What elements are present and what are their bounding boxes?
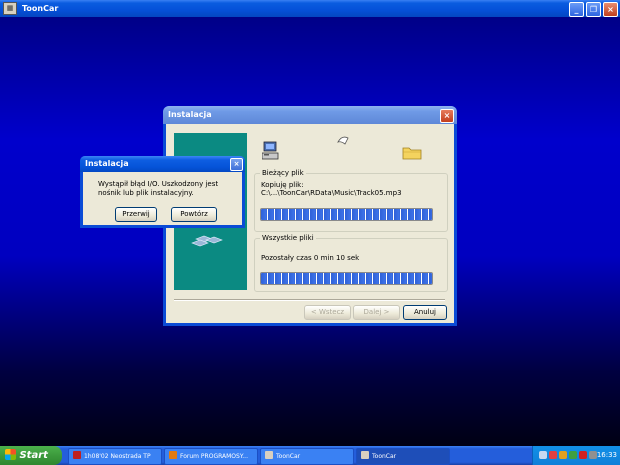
separator xyxy=(174,299,445,301)
back-button[interactable]: < Wstecz xyxy=(304,305,351,320)
taskbar-item-tooncar-2[interactable]: ToonCar xyxy=(356,448,450,465)
system-tray: 16:33 xyxy=(532,446,620,465)
current-file-progress-bar xyxy=(260,208,433,221)
windows-logo-icon xyxy=(5,449,16,460)
taskbar: Start 1h08'02 Neostrada TP Forum PROGRAM… xyxy=(0,446,620,465)
clock: 16:33 xyxy=(596,451,617,459)
error-dialog: Instalacja × Wystąpił błąd I/O. Uszkodzo… xyxy=(80,156,245,228)
taskbar-item-label: ToonCar xyxy=(276,453,301,460)
all-files-legend: Wszystkie pliki xyxy=(260,234,316,242)
copying-label: Kopiuję plik: xyxy=(261,181,304,189)
neostrada-icon xyxy=(73,451,81,459)
error-dialog-title: Instalacja xyxy=(85,159,129,168)
all-files-progress-bar xyxy=(260,272,433,285)
tray-app-icon[interactable] xyxy=(569,451,577,459)
start-label: Start xyxy=(19,450,48,461)
error-dialog-client: Wystąpił błąd I/O. Uszkodzony jest nośni… xyxy=(83,172,242,225)
taskbar-item-neostrada[interactable]: 1h08'02 Neostrada TP xyxy=(68,448,162,465)
all-files-group: Wszystkie pliki Pozostały czas 0 min 10 … xyxy=(254,234,448,292)
abort-button[interactable]: Przerwij xyxy=(115,207,157,222)
taskbar-item-forum[interactable]: Forum PROGRAMOSY... xyxy=(164,448,258,465)
computer-icon xyxy=(261,141,282,161)
installer-title-bar[interactable]: Instalacja × xyxy=(163,106,457,124)
tray-antivirus-icon[interactable] xyxy=(549,451,557,459)
app-title-bar: ▦ ToonCar _ ❐ × xyxy=(0,0,620,17)
taskbar-item-label: ToonCar xyxy=(372,453,397,460)
tray-network-icon[interactable] xyxy=(559,451,567,459)
cancel-button[interactable]: Anuluj xyxy=(403,305,447,320)
taskbar-item-label: Forum PROGRAMOSY... xyxy=(180,453,248,460)
error-dialog-title-bar[interactable]: Instalacja × xyxy=(80,156,245,172)
tray-expand-icon[interactable] xyxy=(539,451,547,459)
flying-paper-icon xyxy=(336,133,350,147)
current-file-progress-fill xyxy=(261,209,432,220)
tray-volume-icon[interactable] xyxy=(589,451,597,459)
tooncar-icon xyxy=(361,451,369,459)
next-button[interactable]: Dalej > xyxy=(353,305,400,320)
restore-button[interactable]: ❐ xyxy=(586,2,601,17)
current-file-path: C:\...\ToonCar\RData\Music\Track05.mp3 xyxy=(261,189,402,197)
start-button[interactable]: Start xyxy=(0,446,62,465)
taskbar-item-label: 1h08'02 Neostrada TP xyxy=(84,453,151,460)
tray-k-icon[interactable] xyxy=(579,451,587,459)
taskbar-item-tooncar-1[interactable]: ToonCar xyxy=(260,448,354,465)
tooncar-icon xyxy=(265,451,273,459)
folder-icon xyxy=(402,145,422,160)
error-dialog-close-button[interactable]: × xyxy=(230,158,243,171)
current-file-legend: Bieżący plik xyxy=(260,169,306,177)
current-file-group: Bieżący plik Kopiuję plik: C:\...\ToonCa… xyxy=(254,169,448,232)
minimize-button[interactable]: _ xyxy=(569,2,584,17)
app-icon[interactable]: ▦ xyxy=(3,2,17,15)
app-title: ToonCar xyxy=(22,4,59,13)
all-files-progress-fill xyxy=(261,273,432,284)
retry-button[interactable]: Powtórz xyxy=(171,207,217,222)
firefox-icon xyxy=(169,451,177,459)
error-message: Wystąpił błąd I/O. Uszkodzony jest nośni… xyxy=(98,180,219,197)
close-button[interactable]: × xyxy=(603,2,618,17)
remaining-time-label: Pozostały czas 0 min 10 sek xyxy=(261,254,360,262)
installer-title: Instalacja xyxy=(168,110,212,119)
installer-close-button[interactable]: × xyxy=(440,109,454,123)
